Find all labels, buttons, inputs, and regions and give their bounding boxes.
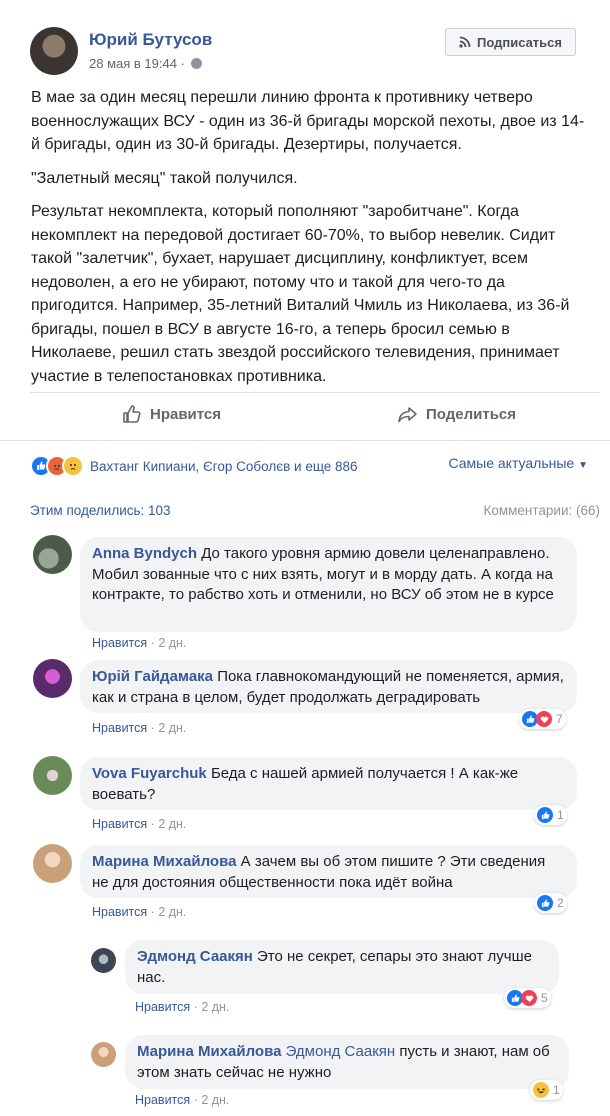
reaction-count: 7 xyxy=(556,712,563,726)
comment-author[interactable]: Марина Михайлова xyxy=(137,1043,281,1060)
divider xyxy=(30,392,600,393)
comment-meta: Нравится · 2 дн. xyxy=(92,817,186,831)
reactions-summary[interactable]: Вахтанг Кипиани, Єгор Соболєв и еще 886 … xyxy=(30,455,600,477)
avatar[interactable] xyxy=(33,659,72,698)
post-author-name[interactable]: Юрий Бутусов xyxy=(89,30,212,50)
comment-meta: Нравится · 2 дн. xyxy=(135,1093,229,1107)
comments-count: Комментарии: (66) xyxy=(483,503,600,518)
subscribe-label: Подписаться xyxy=(476,34,562,50)
comment-time[interactable]: 2 дн. xyxy=(158,905,186,919)
post-paragraph: В мае за один месяц перешли линию фронта… xyxy=(31,89,585,153)
separator: · xyxy=(193,1000,198,1014)
like-reaction-icon xyxy=(537,807,553,823)
comment-like-link[interactable]: Нравится xyxy=(92,721,147,735)
rss-icon xyxy=(459,36,471,48)
comment-reactions-badge[interactable]: 5 xyxy=(504,988,551,1008)
divider xyxy=(0,440,610,441)
haha-reaction-icon xyxy=(533,1082,549,1098)
avatar[interactable] xyxy=(91,1042,116,1067)
separator: · xyxy=(150,817,155,831)
comment-bubble: Vova Fuyarchuk Беда с нашей армией получ… xyxy=(80,757,577,810)
comment-meta: Нравится · 2 дн. xyxy=(92,721,186,735)
thumbs-up-icon xyxy=(123,405,141,423)
post-paragraph: Результат некомплекта, который пополняют… xyxy=(31,203,570,385)
comment-bubble: Юрій Гайдамака Пока главнокомандующий не… xyxy=(80,660,577,713)
comment-bubble: Anna Byndych До такого уровня армию дове… xyxy=(80,537,577,632)
chevron-down-icon: ▼ xyxy=(578,460,588,471)
author-avatar[interactable] xyxy=(30,27,78,75)
reaction-count: 5 xyxy=(541,991,548,1005)
comment-reactions-badge[interactable]: 7 xyxy=(519,709,566,729)
comment-time[interactable]: 2 дн. xyxy=(158,636,186,650)
comment-author[interactable]: Vova Fuyarchuk xyxy=(92,765,207,782)
avatar[interactable] xyxy=(33,535,72,574)
like-button[interactable]: Нравится xyxy=(122,404,221,424)
comment-like-link[interactable]: Нравится xyxy=(135,1093,190,1107)
comment-reactions-badge[interactable]: 1 xyxy=(534,805,567,825)
separator: · xyxy=(150,721,155,735)
reply-bubble: Марина Михайлова Эдмонд Саакян пусть и з… xyxy=(125,1035,569,1089)
sort-label: Самые актуальные xyxy=(448,455,575,471)
post-body: В мае за один месяц перешли линию фронта… xyxy=(31,86,591,398)
comment-author[interactable]: Марина Михайлова xyxy=(92,853,236,870)
avatar[interactable] xyxy=(33,844,72,883)
love-reaction-icon xyxy=(536,711,552,727)
comment-sort-dropdown[interactable]: Самые актуальные ▼ xyxy=(448,455,588,471)
reply-bubble: Эдмонд Саакян Это не секрет, сепары это … xyxy=(125,940,559,994)
comment-reactions-badge[interactable]: 2 xyxy=(534,893,567,913)
globe-icon xyxy=(190,58,202,69)
avatar[interactable] xyxy=(91,948,116,973)
like-label: Нравится xyxy=(150,405,222,423)
comment-like-link[interactable]: Нравится xyxy=(135,1000,190,1014)
reaction-count: 1 xyxy=(557,808,564,822)
reply-mention[interactable]: Эдмонд Саакян xyxy=(286,1043,396,1060)
comment-author[interactable]: Эдмонд Саакян xyxy=(137,948,253,965)
comment-meta: Нравится · 2 дн. xyxy=(92,636,186,650)
comment-time[interactable]: 2 дн. xyxy=(158,817,186,831)
comment-like-link[interactable]: Нравится xyxy=(92,905,147,919)
separator: · xyxy=(193,1093,198,1107)
comment-time[interactable]: 2 дн. xyxy=(201,1093,229,1107)
subscribe-button[interactable]: Подписаться xyxy=(445,28,576,56)
post-date[interactable]: 28 мая в 19:44 · xyxy=(89,56,185,71)
share-icon xyxy=(398,407,417,423)
comment-time[interactable]: 2 дн. xyxy=(201,1000,229,1014)
comment-time[interactable]: 2 дн. xyxy=(158,721,186,735)
comment-bubble: Марина Михайлова А зачем вы об этом пиши… xyxy=(80,845,577,898)
reaction-names[interactable]: Вахтанг Кипиани, Єгор Соболєв и еще 886 xyxy=(90,459,358,474)
comment-reactions-badge[interactable]: 1 xyxy=(530,1080,563,1100)
comment-like-link[interactable]: Нравится xyxy=(92,636,147,650)
avatar[interactable] xyxy=(33,756,72,795)
comment-like-link[interactable]: Нравится xyxy=(92,817,147,831)
share-label: Поделиться xyxy=(426,405,517,423)
sad-reaction-icon xyxy=(62,455,84,477)
reaction-count: 2 xyxy=(557,896,564,910)
share-button[interactable]: Поделиться xyxy=(398,404,516,424)
post-paragraph: "Залетный месяц" такой получился. xyxy=(31,169,298,187)
like-reaction-icon xyxy=(537,895,553,911)
reaction-count: 1 xyxy=(553,1083,560,1097)
post-meta: 28 мая в 19:44 · xyxy=(89,56,202,71)
comment-meta: Нравится · 2 дн. xyxy=(135,1000,229,1014)
comment-author[interactable]: Юрій Гайдамака xyxy=(92,668,213,685)
comment-author[interactable]: Anna Byndych xyxy=(92,545,197,562)
separator: · xyxy=(150,636,155,650)
comment-meta: Нравится · 2 дн. xyxy=(92,905,186,919)
love-reaction-icon xyxy=(521,990,537,1006)
shares-count[interactable]: Этим поделились: 103 xyxy=(30,503,171,518)
separator: · xyxy=(150,905,155,919)
